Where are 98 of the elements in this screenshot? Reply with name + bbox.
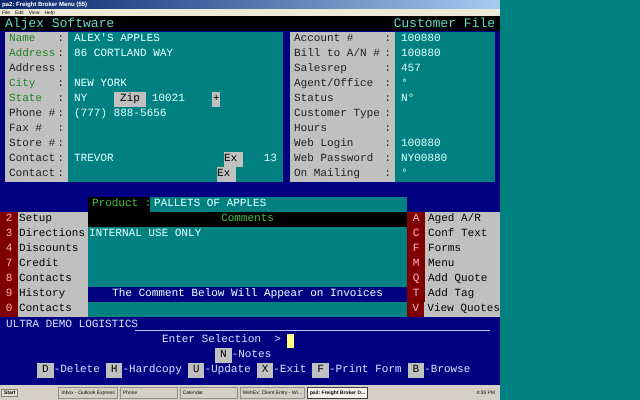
colon: : [57,167,64,182]
menu-option[interactable]: M Menu [407,257,500,272]
key-label: U [188,363,204,378]
menu-option[interactable]: 7 Credit [0,257,88,272]
field-value: 457 [400,62,421,77]
field-value: NY [74,92,88,107]
colon: : [57,137,64,152]
colon: : [57,92,64,107]
field-label: Phone # [9,107,56,122]
key-label: D [37,363,54,378]
menu-option[interactable]: 3 Directions [0,227,88,242]
field-label: Fax # [9,122,42,137]
field-value: 100880 [400,47,441,62]
colon: : [57,32,64,47]
field-value: TREVOR [74,152,114,167]
prompt-text: Enter Selection > [162,333,281,348]
zip-label: Zip [114,92,146,107]
field-label: Hours [294,122,328,137]
field-value: NEW YORK [74,77,127,92]
menu-option[interactable]: 0 Contacts [0,302,88,317]
menu-option[interactable]: V View Quotes [407,302,500,317]
command-label: -Delete [54,363,100,378]
field-value: (777) 888-5656 [74,107,166,122]
colon: : [384,122,391,137]
command-label: -Update [204,363,251,378]
key-label: B [408,363,424,378]
screen-title: Customer File [394,16,495,31]
comments-header: Comments [88,212,407,227]
command-label: -Print Form [328,363,402,378]
field-label: Address [9,47,56,62]
invoice-comment-field[interactable] [88,302,407,317]
field-value: ° [400,77,408,92]
field-value: 86 CORTLAND WAY [74,47,174,62]
zip-value: 10021 [152,92,186,107]
menu-option[interactable]: F Forms [407,242,500,257]
field-label: Customer Type [294,107,380,122]
menu-option[interactable]: 8 Contacts [0,272,88,287]
field-label: Address [9,62,56,77]
field-label: Account # [294,32,354,47]
marker: + [212,92,220,107]
field-value: 100880 [400,32,441,47]
field-label: On Mailing [294,167,360,182]
field-label: Contact [9,167,56,182]
colon: : [57,152,64,167]
field-label: Web Login [294,137,354,152]
colon: : [57,62,64,77]
field-label: Bill to A/N # [294,47,380,62]
colon: : [57,107,64,122]
key-label: N [215,348,232,363]
field-value: N° [400,92,414,107]
menu-option[interactable]: 4 Discounts [0,242,88,257]
colon: : [384,107,391,122]
input-cursor[interactable] [286,334,294,348]
company-name: ULTRA DEMO LOGISTICS [5,318,135,333]
ext-value: 13 [264,152,278,167]
colon: : [384,137,391,152]
colon: : [384,92,391,107]
colon: : [57,47,64,62]
menu-option[interactable]: 2 Setup [0,212,88,227]
field-label: Name [9,32,36,47]
colon: : [384,167,391,182]
command-label: -Exit [273,363,306,378]
field-value: NY00880 [400,152,448,167]
field-label: State [9,92,42,107]
key-label: H [106,363,122,378]
colon: : [57,77,64,92]
colon: : [384,77,391,92]
menu-option[interactable]: A Aged A/R [407,212,500,227]
field-value: ° [400,167,408,182]
app-title: Aljex Software [5,16,114,31]
field-value: 100880 [400,137,441,152]
menu-option[interactable]: T Add Tag [407,287,500,302]
command-label: -Browse [424,363,470,378]
colon: : [57,122,64,137]
field-value: ALEX'S APPLES [74,32,160,47]
ext-label: Ex [217,167,236,182]
comment-text: INTERNAL USE ONLY [88,228,202,240]
key-label: X [256,363,274,378]
field-label: Agent/Office [294,77,374,92]
colon: : [384,47,391,62]
command-label: -Notes [232,348,272,363]
field-label: Store # [9,137,56,152]
menu-option[interactable]: 9 History [0,287,88,302]
menu-option[interactable]: C Conf Text [407,227,500,242]
product-label: Product : [88,197,150,212]
product-value: PALLETS OF APPLES [150,197,407,212]
menu-option[interactable]: Q Add Quote [407,272,500,287]
colon: : [384,32,391,47]
colon: : [384,62,391,77]
command-label: -Hardcopy [122,363,182,378]
field-label: Web Password [294,152,374,167]
ext-label: Ex [224,152,243,167]
key-label: F [312,363,329,378]
field-label: Salesrep [294,62,347,77]
field-label: City [9,77,36,92]
field-label: Status [294,92,334,107]
field-label: Contact [9,152,56,167]
colon: : [384,152,391,167]
